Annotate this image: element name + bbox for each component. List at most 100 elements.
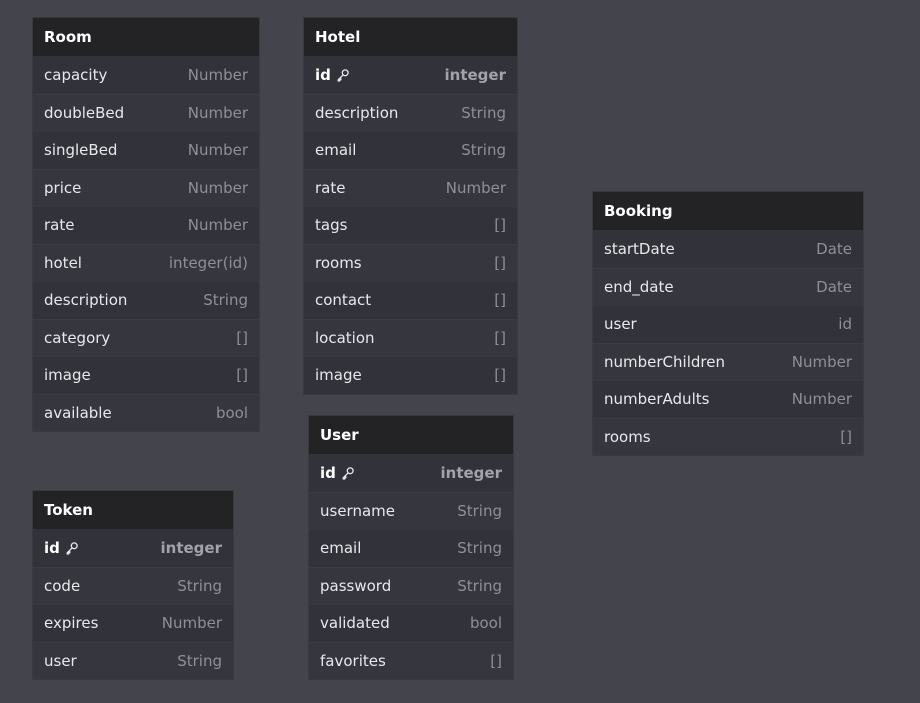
field-type: [] bbox=[494, 291, 506, 310]
field-name: email bbox=[315, 141, 356, 159]
booking-field-row[interactable]: rooms [] bbox=[593, 417, 863, 455]
field-name-text: expires bbox=[44, 614, 99, 633]
booking-field-row[interactable]: startDate Date bbox=[593, 230, 863, 268]
booking-field-row[interactable]: numberAdults Number bbox=[593, 380, 863, 418]
field-type: integer bbox=[440, 463, 502, 482]
hotel-field-row[interactable]: tags [] bbox=[304, 206, 517, 244]
field-name: password bbox=[320, 577, 391, 595]
field-name-text: image bbox=[315, 366, 362, 385]
user-table-fields: id integer username String email String passwo… bbox=[309, 454, 513, 679]
room-table-header[interactable]: Room bbox=[33, 18, 259, 56]
field-name: hotel bbox=[44, 254, 82, 272]
field-type: String bbox=[461, 103, 506, 122]
field-name-text: email bbox=[320, 539, 362, 558]
hotel-field-row[interactable]: location [] bbox=[304, 318, 517, 356]
token-field-row[interactable]: code String bbox=[33, 566, 233, 604]
field-name-text: hotel bbox=[44, 253, 82, 272]
field-type: Number bbox=[187, 216, 248, 235]
token-table[interactable]: Token id integer code String expires Number us… bbox=[33, 491, 233, 679]
field-type: Date bbox=[816, 239, 852, 258]
user-table[interactable]: User id integer username String email String p… bbox=[309, 416, 513, 679]
field-type: [] bbox=[840, 427, 852, 446]
field-name: category bbox=[44, 329, 110, 347]
field-type: Number bbox=[791, 390, 852, 409]
room-field-row[interactable]: price Number bbox=[33, 168, 259, 206]
field-name-text: rooms bbox=[315, 253, 362, 272]
field-name-text: singleBed bbox=[44, 141, 118, 160]
hotel-field-row[interactable]: email String bbox=[304, 131, 517, 169]
field-type: [] bbox=[494, 328, 506, 347]
field-type: [] bbox=[490, 651, 502, 670]
field-name-text: description bbox=[44, 291, 128, 310]
hotel-table[interactable]: Hotel id integer description String email Str… bbox=[304, 18, 517, 394]
room-field-row[interactable]: hotel integer(id) bbox=[33, 243, 259, 281]
room-field-row[interactable]: available bool bbox=[33, 393, 259, 431]
field-type: Date bbox=[816, 277, 852, 296]
hotel-field-row[interactable]: contact [] bbox=[304, 281, 517, 319]
booking-field-row[interactable]: numberChildren Number bbox=[593, 342, 863, 380]
field-type: String bbox=[457, 501, 502, 520]
field-name: id bbox=[315, 66, 350, 84]
hotel-table-fields: id integer description String email String rat… bbox=[304, 56, 517, 394]
field-name-text: numberChildren bbox=[604, 352, 725, 371]
field-type: [] bbox=[236, 366, 248, 385]
hotel-field-row[interactable]: id integer bbox=[304, 56, 517, 94]
field-name-text: user bbox=[44, 651, 77, 670]
field-name-text: email bbox=[315, 141, 357, 160]
field-name-text: rooms bbox=[604, 427, 651, 446]
field-name-text: username bbox=[320, 501, 395, 520]
room-field-row[interactable]: doubleBed Number bbox=[33, 93, 259, 131]
booking-field-row[interactable]: user id bbox=[593, 305, 863, 343]
field-name: image bbox=[44, 366, 91, 384]
token-table-header[interactable]: Token bbox=[33, 491, 233, 529]
token-field-row[interactable]: expires Number bbox=[33, 604, 233, 642]
field-type: integer bbox=[160, 538, 222, 557]
field-name-text: location bbox=[315, 328, 375, 347]
booking-table[interactable]: Booking startDate Date end_date Date user id n… bbox=[593, 192, 863, 455]
room-field-row[interactable]: rate Number bbox=[33, 206, 259, 244]
field-name: user bbox=[604, 315, 637, 333]
user-field-row[interactable]: password String bbox=[309, 566, 513, 604]
user-field-row[interactable]: validated bool bbox=[309, 604, 513, 642]
field-name-text: doubleBed bbox=[44, 103, 125, 122]
room-field-row[interactable]: description String bbox=[33, 281, 259, 319]
field-type: String bbox=[203, 291, 248, 310]
user-field-row[interactable]: favorites [] bbox=[309, 641, 513, 679]
token-field-row[interactable]: user String bbox=[33, 641, 233, 679]
user-field-row[interactable]: email String bbox=[309, 529, 513, 567]
field-name-text: code bbox=[44, 576, 81, 595]
field-name-text: numberAdults bbox=[604, 390, 710, 409]
field-type: String bbox=[457, 576, 502, 595]
hotel-table-header[interactable]: Hotel bbox=[304, 18, 517, 56]
hotel-field-row[interactable]: rooms [] bbox=[304, 243, 517, 281]
field-name-text: password bbox=[320, 576, 392, 595]
field-name-text: favorites bbox=[320, 651, 386, 670]
room-table[interactable]: Room capacity Number doubleBed Number single… bbox=[33, 18, 259, 431]
field-name: price bbox=[44, 179, 81, 197]
room-field-row[interactable]: capacity Number bbox=[33, 56, 259, 94]
field-name-text: image bbox=[44, 366, 91, 385]
hotel-field-row[interactable]: image [] bbox=[304, 356, 517, 394]
user-table-header[interactable]: User bbox=[309, 416, 513, 454]
field-type: Number bbox=[187, 65, 248, 84]
field-name: capacity bbox=[44, 66, 107, 84]
booking-field-row[interactable]: end_date Date bbox=[593, 267, 863, 305]
field-name: image bbox=[315, 366, 362, 384]
user-field-row[interactable]: username String bbox=[309, 491, 513, 529]
field-name-text: validated bbox=[320, 614, 390, 633]
booking-table-header[interactable]: Booking bbox=[593, 192, 863, 230]
field-type: [] bbox=[494, 366, 506, 385]
room-field-row[interactable]: category [] bbox=[33, 318, 259, 356]
field-name: available bbox=[44, 404, 112, 422]
field-name-text: capacity bbox=[44, 65, 108, 84]
field-type: Number bbox=[791, 352, 852, 371]
hotel-field-row[interactable]: rate Number bbox=[304, 168, 517, 206]
room-field-row[interactable]: image [] bbox=[33, 356, 259, 394]
token-field-row[interactable]: id integer bbox=[33, 529, 233, 567]
field-name: username bbox=[320, 502, 395, 520]
hotel-field-row[interactable]: description String bbox=[304, 93, 517, 131]
field-name-text: id bbox=[315, 65, 331, 84]
user-field-row[interactable]: id integer bbox=[309, 454, 513, 492]
room-field-row[interactable]: singleBed Number bbox=[33, 131, 259, 169]
field-name: id bbox=[44, 539, 79, 557]
